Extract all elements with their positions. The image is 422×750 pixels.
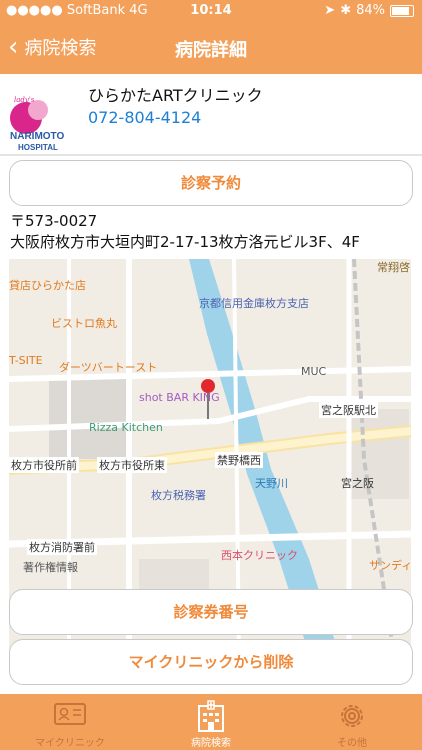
clinic-detail: lady's NARIMOTO HOSPITAL ひらかたARTクリニック 07… (0, 74, 422, 694)
tab-hospital-search[interactable]: 病院検索 (141, 694, 281, 750)
tab-bar: マイクリニック 病院検索 その他 (0, 694, 422, 750)
divider (0, 154, 422, 156)
bluetooth-icon: ✱ (340, 3, 352, 18)
map-label-bank: 京都信用金庫枚方支店 (199, 297, 309, 310)
map-label-tax-office: 枚方税務署 (151, 489, 206, 502)
status-bar: ●●●●● SoftBank 4G 10:14 ➤ ✱ 84% (0, 0, 422, 22)
map-label-amano-river: 天野川 (255, 477, 288, 490)
map-label-nishimoto-clinic: 西本クリニック (221, 549, 298, 562)
map-label-city-hall-front: 枚方市役所前 (9, 457, 79, 473)
svg-text:lady's: lady's (14, 96, 35, 104)
reserve-button[interactable]: 診察予約 (9, 160, 413, 206)
map-label-bistro: ビストロ魚丸 (51, 317, 117, 330)
map-label-store: 貸店ひらかた店 (9, 279, 86, 292)
map-label-top-right: 常翔啓 (377, 261, 410, 274)
battery-percent: 84% (356, 3, 385, 18)
map-label-kinya: 禁野橋西 (215, 452, 263, 468)
svg-text:NARIMOTO: NARIMOTO (10, 131, 64, 142)
tab-other-label: その他 (337, 738, 367, 749)
hospital-building-icon (198, 700, 224, 732)
map-label-fire-dept: 枚方消防署前 (27, 539, 97, 555)
map-label-city-hall-east: 枚方市役所東 (97, 457, 167, 473)
gear-icon (341, 705, 363, 727)
postal-code: 〒573-0027 (10, 212, 98, 230)
card-number-button[interactable]: 診察券番号 (9, 589, 413, 635)
map-label-rizza: Rizza Kitchen (89, 421, 163, 434)
remove-my-clinic-button[interactable]: マイクリニックから削除 (9, 639, 413, 685)
clinic-logo: lady's NARIMOTO HOSPITAL (10, 96, 64, 152)
map-label-muc: MUC (301, 365, 327, 378)
map-label-sunday: サンディ (369, 559, 411, 572)
map-label-miyanosaka: 宮之阪 (341, 477, 374, 490)
tab-other[interactable]: その他 (282, 694, 422, 750)
page-title: 病院詳細 (175, 40, 247, 61)
id-card-icon (54, 703, 86, 725)
map-label-darts: ダーツバートースト (59, 361, 158, 374)
nav-bar: ‹ 病院検索 病院詳細 (0, 22, 422, 74)
svg-text:HOSPITAL: HOSPITAL (18, 143, 58, 152)
clinic-name: ひらかたARTクリニック (88, 86, 263, 105)
map-label-tsite: T-SITE (9, 354, 43, 367)
location-icon: ➤ (324, 3, 336, 18)
battery-icon (390, 4, 414, 17)
map-label-miyanosaka-north: 宮之阪駅北 (319, 402, 378, 418)
address: 大阪府枚方市大垣内町2-17-13枚方洛元ビル3F、4F (10, 233, 360, 251)
tab-my-clinic[interactable]: マイクリニック (0, 694, 140, 750)
tab-hospital-search-label: 病院検索 (191, 738, 231, 749)
map-label-copyright[interactable]: 著作権情報 (23, 559, 78, 575)
tab-my-clinic-label: マイクリニック (35, 738, 105, 749)
status-right: ➤ ✱ 84% (324, 3, 414, 18)
location-pin-icon[interactable] (201, 379, 215, 421)
phone-link[interactable]: 072-804-4124 (88, 108, 201, 127)
